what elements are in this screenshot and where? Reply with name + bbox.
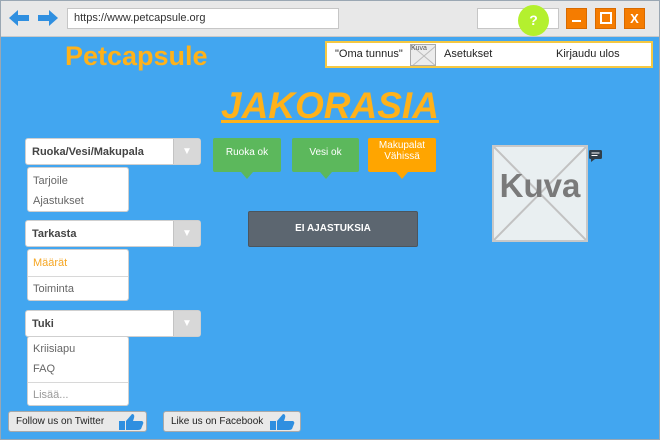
chat-bubble-icon[interactable] — [588, 149, 604, 163]
treat-status-button[interactable]: Makupalat Vähissä — [368, 138, 436, 179]
menu-divider — [28, 276, 128, 277]
arrow-right-icon[interactable] — [37, 9, 59, 27]
facebook-label: Like us on Facebook — [171, 416, 264, 427]
thumbs-up-icon — [270, 414, 295, 430]
maximize-button[interactable] — [595, 8, 616, 29]
site-logo[interactable]: Petcapsule — [65, 41, 208, 72]
maximize-icon — [600, 12, 612, 24]
chevron-down-icon: ▼ — [173, 139, 200, 164]
dropdown-menu-food: Tarjoile Ajastukset — [27, 167, 129, 212]
url-bar[interactable]: https://www.petcapsule.org — [67, 8, 339, 29]
treat-status-label-line2: Vähissä — [384, 151, 420, 162]
facebook-like-button[interactable]: Like us on Facebook — [163, 411, 301, 432]
image-placeholder-label: Kuva — [499, 167, 581, 204]
settings-link[interactable]: Asetukset — [444, 48, 492, 60]
help-button[interactable]: ? — [518, 5, 549, 36]
thumbs-up-icon — [119, 414, 144, 430]
arrow-left-icon[interactable] — [8, 9, 30, 27]
dropdown-label: Tuki — [32, 318, 54, 330]
menu-item-activity[interactable]: Toiminta — [33, 283, 74, 295]
dropdown-label: Ruoka/Vesi/Makupala — [32, 146, 144, 158]
dropdown-check[interactable]: Tarkasta ▼ — [25, 220, 201, 247]
twitter-follow-button[interactable]: Follow us on Twitter — [8, 411, 147, 432]
profile-image-placeholder[interactable]: Kuva — [410, 44, 436, 66]
tooltip-tail — [396, 172, 408, 179]
browser-toolbar: https://www.petcapsule.org ? X — [1, 1, 659, 37]
water-status-label: Vesi ok — [309, 147, 342, 158]
chevron-down-icon: ▼ — [173, 311, 200, 336]
menu-divider — [28, 382, 128, 383]
pet-image-placeholder: Kuva — [492, 145, 588, 242]
close-button[interactable]: X — [624, 8, 645, 29]
tooltip-tail — [320, 172, 332, 179]
food-status-label: Ruoka ok — [225, 147, 269, 158]
menu-item-serve[interactable]: Tarjoile — [33, 175, 68, 187]
menu-item-faq[interactable]: FAQ — [33, 363, 55, 375]
twitter-label: Follow us on Twitter — [16, 416, 105, 427]
water-status-button[interactable]: Vesi ok — [292, 138, 359, 179]
menu-item-amounts[interactable]: Määrät — [33, 257, 67, 269]
menu-item-schedules[interactable]: Ajastukset — [33, 195, 84, 207]
my-id-link[interactable]: "Oma tunnus" — [335, 48, 403, 60]
menu-item-crisis-help[interactable]: Kriisiapu — [33, 343, 75, 355]
logout-link[interactable]: Kirjaudu ulos — [556, 48, 620, 60]
browser-window: https://www.petcapsule.org ? X Petcapsul… — [0, 0, 660, 440]
top-navigation: "Oma tunnus" Kuva Asetukset Kirjaudu ulo… — [325, 41, 653, 68]
dropdown-label: Tarkasta — [32, 228, 77, 240]
minimize-button[interactable] — [566, 8, 587, 29]
menu-item-more[interactable]: Lisää... — [33, 389, 68, 401]
thumbnail-label: Kuva — [411, 45, 427, 52]
food-status-button[interactable]: Ruoka ok — [213, 138, 281, 179]
dropdown-menu-support: Kriisiapu FAQ Lisää... — [27, 336, 129, 406]
dropdown-food-water-treat[interactable]: Ruoka/Vesi/Makupala ▼ — [25, 138, 201, 165]
dropdown-support[interactable]: Tuki ▼ — [25, 310, 201, 337]
minimize-icon — [572, 20, 581, 22]
chevron-down-icon: ▼ — [173, 221, 200, 246]
tooltip-tail — [241, 172, 253, 179]
no-schedules-button[interactable]: EI AJASTUKSIA — [248, 211, 418, 247]
treat-status-label-line1: Makupalat — [378, 140, 426, 151]
dropdown-menu-check: Määrät Toiminta — [27, 249, 129, 301]
page-title: JAKORASIA — [221, 85, 439, 126]
